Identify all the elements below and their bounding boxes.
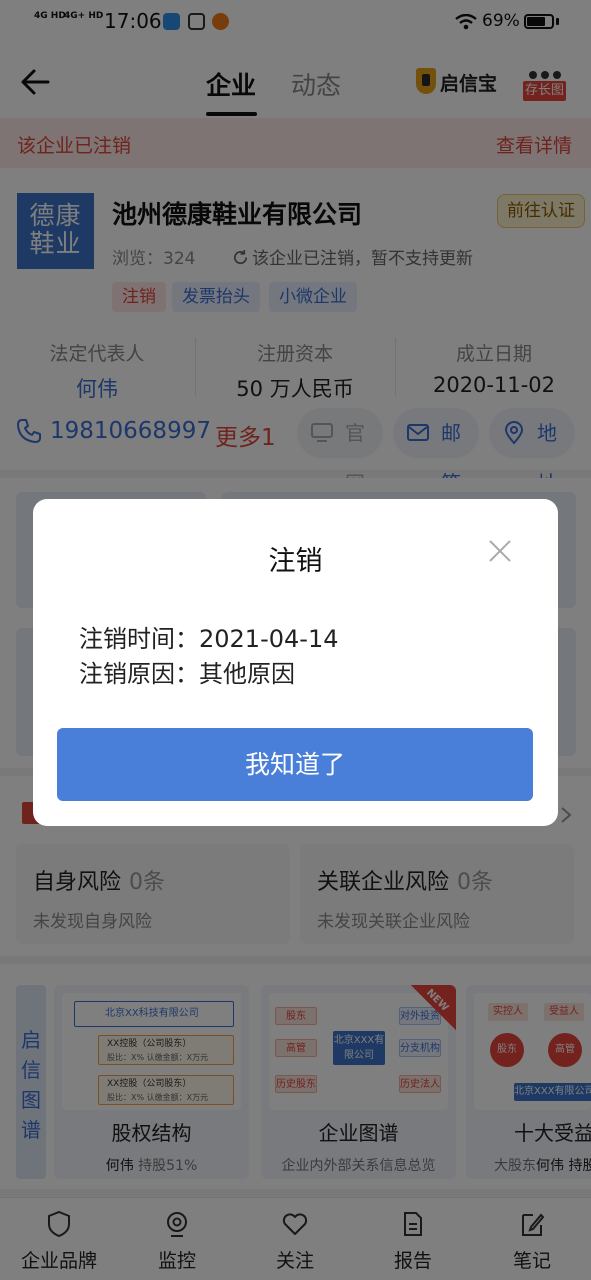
cancellation-dialog: 注销 注销时间：2021-04-14 注销原因：其他原因 我知道了 [33, 499, 558, 826]
cancel-reason-value: 其他原因 [199, 660, 295, 688]
cancel-reason-label: 注销原因： [79, 660, 199, 688]
cancel-reason-row: 注销原因：其他原因 [79, 654, 295, 689]
cancel-time-value: 2021-04-14 [199, 625, 339, 653]
cancel-time-label: 注销时间： [79, 625, 199, 653]
dialog-title: 注销 [268, 546, 323, 577]
confirm-button[interactable]: 我知道了 [57, 728, 533, 801]
close-icon[interactable] [488, 539, 512, 563]
cancel-time-row: 注销时间：2021-04-14 [79, 619, 338, 654]
